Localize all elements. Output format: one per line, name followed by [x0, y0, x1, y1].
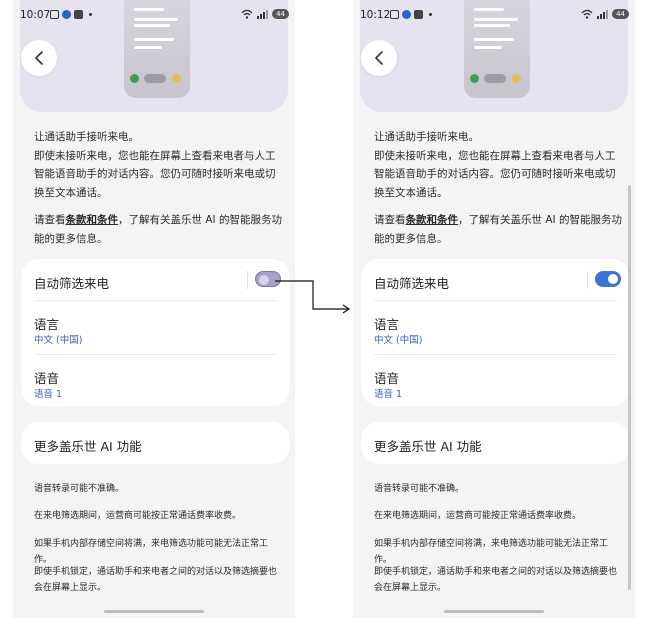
language-value: 中文 (中国) — [374, 335, 423, 346]
screenshot-icon — [50, 10, 59, 19]
battery-icon: 44 — [272, 9, 289, 19]
auto-screen-calls-toggle[interactable] — [255, 271, 281, 287]
scrollbar[interactable] — [628, 185, 631, 590]
phone-screen-after: 10:12 44 让通话助手接听来电。 即使未接听来电，您也能在屏幕上查看来电者… — [353, 0, 635, 618]
voice-value: 语音 1 — [374, 389, 403, 400]
status-bar: 10:07 44 — [13, 0, 295, 30]
auto-screen-calls-label[interactable]: 自动筛选来电 — [34, 273, 109, 292]
app-notification-icon — [402, 10, 411, 19]
note-text: 语音转录可能不准确。 — [374, 484, 465, 494]
screenshot-icon — [390, 10, 399, 19]
back-arrow-icon — [35, 51, 43, 65]
status-time: 10:07 — [20, 9, 51, 21]
language-label[interactable]: 语言 — [34, 314, 59, 333]
home-indicator[interactable] — [104, 610, 204, 613]
wifi-icon — [241, 9, 253, 19]
terms-text: 请查看条款和条件，了解有关盖乐世 AI 的智能服务功能的更多信息。 — [34, 214, 282, 245]
terms-link[interactable]: 条款和条件 — [66, 214, 119, 226]
back-arrow-icon — [375, 51, 383, 65]
settings-card: 自动筛选来电 语言 中文 (中国) 语音 语音 1 — [21, 259, 290, 406]
note-text: 即使手机锁定，通话助手和来电者之间的对话以及筛选摘要也会在屏幕上显示。 — [34, 567, 278, 593]
more-notifications-icon — [89, 13, 92, 16]
more-ai-features-item[interactable]: 更多盖乐世 AI 功能 — [361, 422, 630, 464]
voice-value: 语音 1 — [34, 389, 63, 400]
note-text: 在来电筛选期间，运营商可能按正常通话费率收费。 — [34, 511, 242, 521]
voice-label[interactable]: 语音 — [374, 368, 399, 387]
note-text: 即使手机锁定，通话助手和来电者之间的对话以及筛选摘要也会在屏幕上显示。 — [374, 567, 618, 593]
language-value: 中文 (中国) — [34, 335, 83, 346]
status-time: 10:12 — [360, 9, 391, 21]
signal-icon — [257, 9, 269, 19]
note-text: 语音转录可能不准确。 — [34, 484, 125, 494]
language-label[interactable]: 语言 — [374, 314, 399, 333]
auto-screen-calls-toggle[interactable] — [595, 271, 621, 287]
more-notifications-icon — [429, 13, 432, 16]
voice-label[interactable]: 语音 — [34, 368, 59, 387]
terms-text: 请查看条款和条件，了解有关盖乐世 AI 的智能服务功能的更多信息。 — [374, 214, 622, 245]
note-text: 在来电筛选期间，运营商可能按正常通话费率收费。 — [374, 511, 582, 521]
more-ai-features-item[interactable]: 更多盖乐世 AI 功能 — [21, 422, 290, 464]
battery-icon: 44 — [612, 9, 629, 19]
signal-icon — [597, 9, 609, 19]
status-bar: 10:12 44 — [353, 0, 635, 30]
intro-text: 让通话助手接听来电。 即使未接听来电，您也能在屏幕上查看来电者与人工智能语音助手… — [374, 131, 616, 199]
back-button[interactable] — [21, 40, 57, 76]
phone-screen-before: 10:07 44 让通话助手接听来电。 即使未接听来电，您也能在屏幕上查看来电者… — [13, 0, 295, 618]
app-notification-icon — [74, 10, 83, 19]
app-notification-icon — [62, 10, 71, 19]
intro-text: 让通话助手接听来电。 即使未接听来电，您也能在屏幕上查看来电者与人工智能语音助手… — [34, 131, 276, 199]
auto-screen-calls-label[interactable]: 自动筛选来电 — [374, 273, 449, 292]
terms-link[interactable]: 条款和条件 — [406, 214, 459, 226]
app-notification-icon — [414, 10, 423, 19]
wifi-icon — [581, 9, 593, 19]
back-button[interactable] — [361, 40, 397, 76]
home-indicator[interactable] — [444, 610, 544, 613]
settings-card: 自动筛选来电 语言 中文 (中国) 语音 语音 1 — [361, 259, 630, 406]
